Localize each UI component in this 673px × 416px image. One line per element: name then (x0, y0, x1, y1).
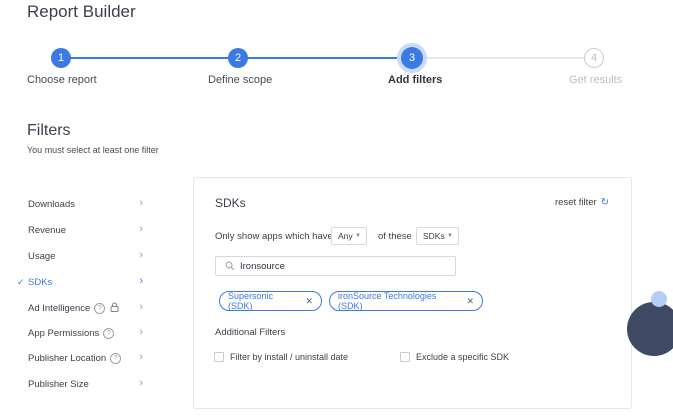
chip-label: Supersonic (SDK) (228, 291, 274, 311)
sidebar-item-publisher-size[interactable]: Publisher Size › (17, 374, 147, 394)
decorative-dot (660, 320, 667, 327)
decorative-circle (627, 302, 673, 356)
help-icon[interactable]: ? (103, 327, 115, 339)
sidebar-item-usage[interactable]: Usage › (17, 246, 147, 266)
step-2-circle[interactable]: 2 (228, 48, 248, 68)
checkbox-box[interactable] (400, 352, 410, 362)
stepper-remaining-line (412, 57, 594, 59)
chevron-right-icon: › (139, 275, 143, 287)
sidebar-item-sdks[interactable]: ✓ SDKs › (17, 272, 147, 292)
search-value: Ironsource (240, 260, 285, 272)
caret-down-icon: ▼ (447, 233, 453, 239)
chevron-right-icon: › (139, 377, 143, 389)
lock-icon (110, 302, 119, 315)
additional-filters-title: Additional Filters (215, 327, 286, 338)
sidebar-item-label: Publisher Location (28, 352, 107, 364)
any-select-value: Any (338, 231, 353, 241)
sdks-select-value: SDKs (423, 231, 445, 241)
selected-sdk-chip: Supersonic (SDK) ✕ (219, 291, 322, 311)
sidebar-item-app-permissions[interactable]: App Permissions ? › (17, 323, 147, 343)
any-select[interactable]: Any ▼ (331, 227, 367, 245)
sidebar-item-label: Publisher Size (28, 378, 89, 390)
only-show-label: Only show apps which have (215, 231, 333, 242)
step-3-circle[interactable]: 3 (401, 47, 423, 69)
sidebar-item-ad-intelligence[interactable]: Ad Intelligence ? › (17, 298, 147, 318)
checkmark-icon: ✓ (17, 276, 25, 287)
chevron-right-icon: › (139, 197, 143, 209)
sidebar-item-label: Ad Intelligence (28, 302, 91, 314)
sidebar-item-revenue[interactable]: Revenue › (17, 220, 147, 240)
sidebar-item-label: Downloads (28, 198, 75, 210)
help-icon[interactable]: ? (94, 302, 106, 314)
reset-filter-button[interactable]: reset filter ↻ (555, 197, 609, 208)
step-1-label[interactable]: Choose report (27, 74, 97, 86)
chip-label: ironSource Technologies (SDK) (338, 291, 437, 311)
step-1-circle[interactable]: 1 (51, 48, 71, 68)
caret-down-icon: ▼ (355, 233, 361, 239)
chevron-right-icon: › (139, 249, 143, 261)
exclude-sdk-checkbox[interactable]: Exclude a specific SDK (400, 352, 509, 362)
refresh-icon: ↻ (600, 197, 610, 208)
selected-sdk-chip: ironSource Technologies (SDK) ✕ (329, 291, 483, 311)
sidebar-item-label: App Permissions (28, 327, 100, 339)
install-date-checkbox[interactable]: Filter by install / uninstall date (214, 352, 348, 362)
step-2-label[interactable]: Define scope (208, 74, 272, 86)
chevron-right-icon: › (139, 301, 143, 313)
checkbox-label: Filter by install / uninstall date (230, 352, 349, 362)
sidebar-item-label: SDKs (28, 276, 53, 288)
of-these-label: of these (378, 231, 412, 242)
checkbox-label: Exclude a specific SDK (416, 352, 510, 362)
sidebar-item-downloads[interactable]: Downloads › (17, 194, 147, 214)
sidebar-item-publisher-location[interactable]: Publisher Location ? › (17, 348, 147, 368)
step-3-label: Add filters (388, 74, 443, 86)
chevron-right-icon: › (139, 351, 143, 363)
close-icon[interactable]: ✕ (466, 296, 474, 307)
step-4-circle: 4 (584, 48, 604, 68)
close-icon[interactable]: ✕ (305, 296, 313, 307)
filters-title: Filters (27, 122, 71, 139)
sidebar-item-label: Revenue (28, 224, 67, 236)
step-4-label: Get results (569, 74, 623, 86)
panel-title: SDKs (215, 196, 246, 210)
filters-subtitle: You must select at least one filter (27, 145, 159, 155)
sdk-search-input[interactable]: Ironsource (215, 256, 456, 276)
search-icon (225, 261, 235, 271)
reset-filter-label: reset filter (555, 197, 597, 208)
page-title: Report Builder (27, 2, 136, 21)
decorative-circle (651, 291, 667, 307)
help-icon[interactable]: ? (110, 352, 122, 364)
sdks-select[interactable]: SDKs ▼ (416, 227, 459, 245)
chevron-right-icon: › (139, 223, 143, 235)
chevron-right-icon: › (139, 326, 143, 338)
sidebar-item-label: Usage (28, 250, 56, 262)
checkbox-box[interactable] (214, 352, 224, 362)
